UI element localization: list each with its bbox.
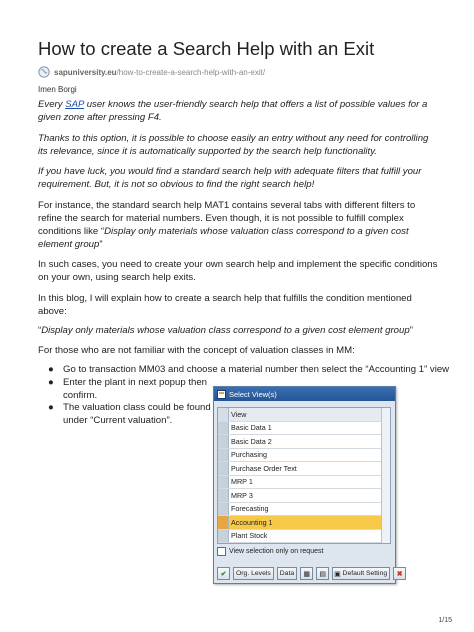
confirm-check-button[interactable]: ✔: [217, 567, 230, 580]
select-all-cell[interactable]: [218, 408, 229, 421]
intro-text: Every: [38, 99, 66, 110]
view-name: Forecasting: [231, 504, 269, 514]
view-name: Basic Data 2: [231, 436, 272, 446]
deselect-all-icon: ▤: [319, 570, 326, 578]
body-text: ”: [99, 239, 103, 250]
row-selector[interactable]: [218, 489, 229, 502]
view-selection-checkbox[interactable]: [217, 547, 226, 556]
view-name: Basic Data 1: [231, 423, 272, 433]
quote-mark: ”: [409, 325, 413, 336]
row-selector[interactable]: [218, 475, 229, 488]
row-selector[interactable]: [218, 462, 229, 475]
view-name: Accounting 1: [229, 516, 390, 529]
page-title: How to create a Search Help with an Exit: [38, 38, 375, 59]
select-all-button[interactable]: ▦: [300, 567, 314, 580]
select-all-icon: ▦: [303, 570, 310, 578]
view-name: Purchasing: [231, 450, 267, 460]
intro-paragraph-2: Thanks to this option, it is possible to…: [38, 133, 429, 157]
body-paragraph-2: In such cases, you need to create your o…: [38, 259, 438, 283]
scrollbar[interactable]: [381, 408, 390, 543]
list-item: ● Go to transaction MM03 and choose a mat…: [48, 364, 453, 377]
list-item: ● The valuation class could be found unde…: [48, 402, 213, 428]
view-selection-option[interactable]: View selection only on request: [217, 547, 323, 556]
table-row[interactable]: Plant Stock: [218, 529, 390, 543]
globe-icon: [38, 66, 50, 78]
list-item-text: The valuation class could be found under…: [63, 402, 211, 427]
source-link[interactable]: sapuniversity.eu/how-to-create-a-search-…: [38, 65, 265, 79]
list-item-text: Go to transaction MM03 and choose a mate…: [63, 364, 450, 375]
condition-quote: Display only materials whose valuation c…: [41, 325, 410, 336]
bullet-icon: ●: [48, 364, 54, 375]
intro-paragraph-1: Every SAP user knows the user-friendly s…: [38, 98, 438, 124]
view-name: Plant Stock: [231, 531, 268, 541]
row-selector[interactable]: [218, 435, 229, 448]
default-setting-button[interactable]: ▣ Default Setting: [332, 567, 391, 580]
view-name: MRP 1: [231, 477, 253, 487]
table-header: View: [218, 408, 390, 422]
row-selector[interactable]: [218, 448, 229, 461]
row-selector[interactable]: [218, 516, 229, 529]
list-item-text: Enter the plant in next popup then confi…: [63, 376, 208, 401]
page-number: 1/15: [438, 617, 452, 624]
table-row[interactable]: Forecasting: [218, 502, 390, 516]
list-item: ● Enter the plant in next popup then conf…: [48, 377, 213, 403]
table-row[interactable]: Purchasing: [218, 448, 390, 462]
condition-statement: “Display only materials whose valuation …: [38, 324, 458, 337]
dialog-title: Select View(s): [229, 389, 277, 399]
intro-paragraph-3: If you have luck, you would find a stand…: [38, 166, 422, 190]
body-paragraph-3: In this blog, I will explain how to crea…: [38, 293, 412, 317]
table-row[interactable]: MRP 1: [218, 475, 390, 489]
views-table: View Basic Data 1 Basic Data 2 Purchasin…: [217, 407, 391, 544]
table-row[interactable]: Basic Data 2: [218, 435, 390, 449]
checkbox-label: View selection only on request: [229, 548, 324, 555]
table-row[interactable]: Basic Data 1: [218, 421, 390, 435]
bullet-icon: ●: [48, 402, 54, 414]
save-icon: ▣: [334, 570, 341, 578]
body-paragraph-1: For instance, the standard search help M…: [38, 199, 438, 251]
cancel-button[interactable]: ✖: [393, 567, 407, 580]
dialog-titlebar[interactable]: Select View(s): [214, 387, 395, 401]
source-domain[interactable]: sapuniversity.eu: [54, 68, 117, 77]
row-selector[interactable]: [218, 502, 229, 515]
view-name: MRP 3: [231, 490, 253, 500]
checkmark-icon: ✔: [220, 570, 227, 578]
table-row[interactable]: MRP 3: [218, 489, 390, 503]
deselect-all-button[interactable]: ▤: [316, 567, 330, 580]
sap-dialog-icon: [217, 389, 226, 399]
author-name: Imen Borgi: [38, 85, 77, 94]
view-name: Purchase Order Text: [231, 463, 297, 473]
source-path[interactable]: /how-to-create-a-search-help-with-an-exi…: [117, 68, 266, 77]
bullet-icon: ●: [48, 376, 54, 388]
body-paragraph-4: For those who are not familiar with the …: [38, 345, 355, 356]
intro-text: user knows the user-friendly search help…: [38, 99, 428, 123]
table-row[interactable]: Purchase Order Text: [218, 462, 390, 476]
data-button[interactable]: Data: [276, 567, 298, 580]
sap-link[interactable]: SAP: [65, 99, 84, 110]
column-header-view: View: [231, 409, 247, 419]
row-selector[interactable]: [218, 421, 229, 434]
table-row-selected[interactable]: Accounting 1: [218, 516, 390, 530]
select-views-dialog: Select View(s) View Basic Data 1 Basic D…: [213, 386, 407, 584]
default-setting-label: Default Setting: [342, 570, 388, 577]
org-levels-button[interactable]: Org. Levels: [233, 567, 274, 580]
row-selector[interactable]: [218, 529, 229, 542]
dialog-toolbar: ✔ Org. Levels Data ▦ ▤ ▣ Default Setting …: [217, 567, 407, 580]
close-icon: ✖: [396, 570, 403, 578]
